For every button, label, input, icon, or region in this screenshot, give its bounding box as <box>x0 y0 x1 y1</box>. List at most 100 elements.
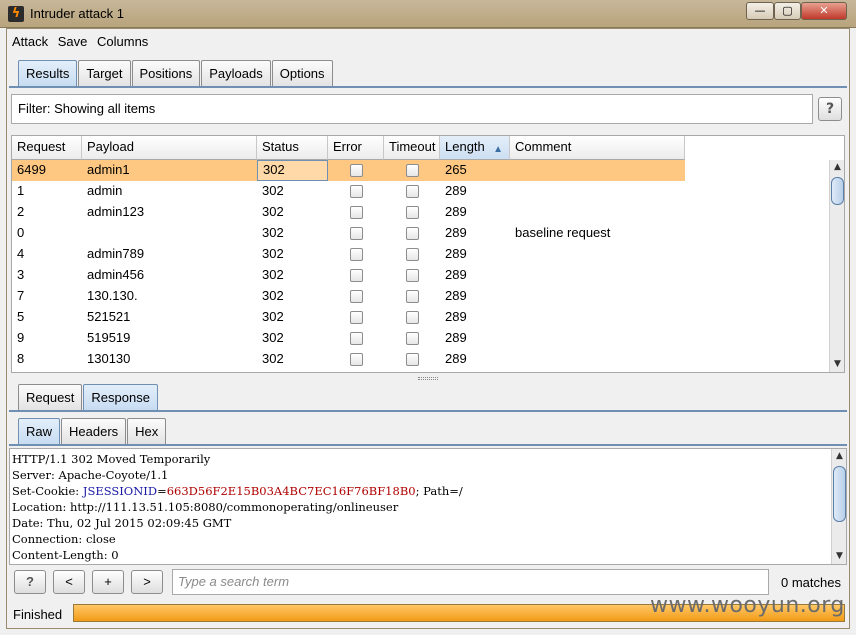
tab-request[interactable]: Request <box>18 384 83 410</box>
response-scrollbar[interactable]: ▲ ▼ <box>831 449 846 564</box>
col-length[interactable]: Length ▲ <box>440 136 510 160</box>
cell-error <box>328 286 384 307</box>
filter-bar[interactable]: Filter: Showing all items <box>11 94 813 124</box>
cell-request: 5 <box>17 309 25 324</box>
table-row[interactable]: 9 519519 302 289 <box>12 328 685 349</box>
menu-columns[interactable]: Columns <box>97 34 148 49</box>
cell-comment <box>510 328 685 349</box>
resp-scroll-up-icon[interactable]: ▲ <box>832 449 846 464</box>
cell-timeout <box>384 181 440 202</box>
tab-headers[interactable]: Headers <box>61 418 127 444</box>
cell-timeout <box>384 244 440 265</box>
tab-raw[interactable]: Raw <box>18 418 61 444</box>
cookie-suffix: ; Path=/ <box>415 484 463 498</box>
scroll-down-icon[interactable]: ▼ <box>830 357 844 372</box>
cell-error <box>328 202 384 223</box>
cell-length: 265 <box>445 162 467 177</box>
response-line: Location: http://111.13.51.105:8080/comm… <box>12 500 399 514</box>
response-text: HTTP/1.1 302 Moved Temporarily Server: A… <box>12 451 463 563</box>
col-request[interactable]: Request <box>12 136 82 160</box>
table-row[interactable]: 8 130130 302 289 <box>12 349 685 370</box>
cell-comment: baseline request <box>515 225 611 240</box>
resp-scroll-thumb[interactable] <box>833 466 846 522</box>
cell-request: 4 <box>17 246 25 261</box>
scroll-up-icon[interactable]: ▲ <box>830 160 844 175</box>
search-next-button[interactable]: > <box>131 570 163 594</box>
cell-payload <box>82 223 257 244</box>
resp-scroll-down-icon[interactable]: ▼ <box>832 549 846 564</box>
response-line: HTTP/1.1 302 Moved Temporarily <box>12 452 211 466</box>
tab-positions[interactable]: Positions <box>131 60 201 86</box>
tab-results[interactable]: Results <box>18 60 78 86</box>
tab-response[interactable]: Response <box>83 384 158 410</box>
col-length-label: Length <box>445 139 485 154</box>
cookie-name: JSESSIONID <box>82 484 158 498</box>
tab-target[interactable]: Target <box>78 60 131 86</box>
table-row[interactable]: 1 admin 302 289 <box>12 181 685 202</box>
menu-save[interactable]: Save <box>58 34 88 49</box>
scroll-thumb[interactable] <box>831 177 844 205</box>
checkbox-icon <box>349 332 363 345</box>
checkbox-icon <box>405 248 419 261</box>
title-bar: ϟ Intruder attack 1 — ▢ ✕ <box>0 0 856 28</box>
cell-comment <box>510 307 685 328</box>
search-input[interactable]: Type a search term <box>172 569 769 595</box>
cell-error <box>328 160 384 181</box>
checkbox-icon <box>405 185 419 198</box>
minimize-button[interactable]: — <box>746 2 774 20</box>
cell-payload: admin789 <box>87 246 145 261</box>
cell-timeout <box>384 286 440 307</box>
view-divider <box>9 444 847 446</box>
tab-options[interactable]: Options <box>271 60 333 86</box>
search-help-button[interactable]: ? <box>14 570 46 594</box>
results-table: Request Payload Status Error Timeout Len… <box>11 135 845 373</box>
table-row[interactable]: 2 admin123 302 289 <box>12 202 685 223</box>
col-comment[interactable]: Comment <box>510 136 685 160</box>
tab-hex[interactable]: Hex <box>127 418 167 444</box>
col-timeout[interactable]: Timeout <box>384 136 440 160</box>
col-payload[interactable]: Payload <box>82 136 257 160</box>
table-row[interactable]: 4 admin789 302 289 <box>12 244 685 265</box>
match-count: 0 matches <box>781 575 841 590</box>
checkbox-icon <box>349 248 363 261</box>
checkbox-icon <box>349 206 363 219</box>
table-row[interactable]: 7 130.130. 302 289 <box>12 286 685 307</box>
response-viewer[interactable]: HTTP/1.1 302 Moved Temporarily Server: A… <box>9 448 847 565</box>
close-button[interactable]: ✕ <box>801 2 847 20</box>
cell-request: 8 <box>17 351 25 366</box>
checkbox-icon <box>349 164 363 177</box>
menu-attack[interactable]: Attack <box>12 34 48 49</box>
table-row[interactable]: 0 302 289 baseline request <box>12 223 685 244</box>
cell-error <box>328 349 384 370</box>
table-scrollbar[interactable]: ▲ ▼ <box>829 160 844 372</box>
col-error[interactable]: Error <box>328 136 384 160</box>
view-tabs: Raw Headers Hex <box>18 418 167 444</box>
table-row[interactable]: 3 admin456 302 289 <box>12 265 685 286</box>
filter-help-button[interactable]: ? <box>818 97 842 121</box>
cell-comment <box>510 181 685 202</box>
cell-comment <box>510 286 685 307</box>
cell-payload: 521521 <box>87 309 131 324</box>
cell-comment <box>510 265 685 286</box>
tab-payloads[interactable]: Payloads <box>201 60 271 86</box>
col-status[interactable]: Status <box>257 136 328 160</box>
checkbox-icon <box>349 311 363 324</box>
watermark-text: www.wooyun.org <box>650 593 845 618</box>
cell-payload: 130.130. <box>87 288 138 303</box>
status-label: Finished <box>13 607 63 622</box>
cell-status: 302 <box>262 288 284 303</box>
search-add-button[interactable]: + <box>92 570 124 594</box>
cookie-eq: = <box>157 484 167 498</box>
cell-length: 289 <box>445 351 467 366</box>
table-row[interactable]: 6499 admin1 302 265 <box>12 160 685 181</box>
checkbox-icon <box>405 164 419 177</box>
maximize-button[interactable]: ▢ <box>774 2 801 20</box>
checkbox-icon <box>405 290 419 303</box>
split-handle[interactable] <box>418 377 438 380</box>
table-row[interactable]: 5 521521 302 289 <box>12 307 685 328</box>
cell-request: 3 <box>17 267 25 282</box>
cell-length: 289 <box>445 246 467 261</box>
cell-timeout <box>384 265 440 286</box>
cell-error <box>328 181 384 202</box>
search-prev-button[interactable]: < <box>53 570 85 594</box>
